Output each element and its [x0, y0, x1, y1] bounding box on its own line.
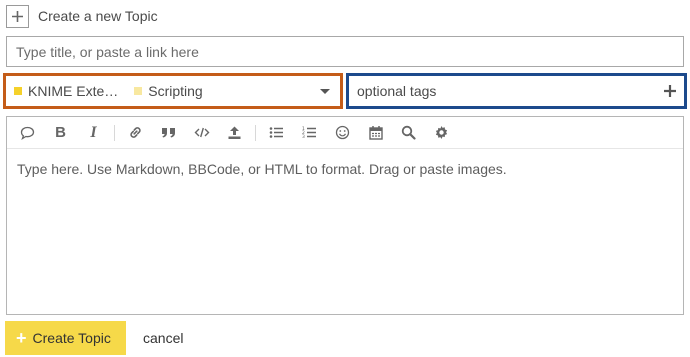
create-topic-button[interactable]: + Create Topic — [5, 321, 126, 355]
category-selector[interactable]: KNIME Exte… Scripting — [3, 73, 343, 109]
category-badge-parent: KNIME Exte… — [14, 83, 118, 99]
svg-text:3: 3 — [302, 134, 305, 139]
tags-input[interactable] — [357, 83, 637, 99]
plus-icon[interactable] — [663, 84, 677, 98]
category-badge-child: Scripting — [134, 83, 203, 99]
create-topic-label: Create Topic — [32, 330, 111, 346]
topic-title-input[interactable] — [6, 36, 684, 67]
plus-icon: + — [16, 328, 27, 348]
code-icon[interactable] — [185, 119, 218, 147]
editor-toolbar: B I 123 — [7, 117, 683, 149]
bold-icon[interactable]: B — [44, 119, 77, 147]
toolbar-divider — [255, 124, 256, 141]
upload-icon[interactable] — [218, 119, 251, 147]
toolbar-divider — [114, 124, 115, 141]
cancel-link[interactable]: cancel — [143, 330, 183, 346]
category-color-swatch — [14, 87, 22, 95]
tags-selector[interactable] — [346, 73, 687, 109]
emoji-icon[interactable] — [326, 119, 359, 147]
bullet-list-icon[interactable] — [260, 119, 293, 147]
composer-editor: B I 123 Type here. Use Markdown, BBCode,… — [6, 116, 684, 315]
italic-icon[interactable]: I — [77, 119, 110, 147]
calendar-icon[interactable] — [359, 119, 392, 147]
link-icon[interactable] — [119, 119, 152, 147]
search-icon[interactable] — [392, 119, 425, 147]
gear-icon[interactable] — [425, 119, 458, 147]
editor-placeholder[interactable]: Type here. Use Markdown, BBCode, or HTML… — [7, 149, 683, 189]
plus-icon[interactable] — [6, 4, 29, 28]
quote-icon[interactable] — [152, 119, 185, 147]
numbered-list-icon[interactable]: 123 — [293, 119, 326, 147]
composer-title: Create a new Topic — [38, 8, 158, 24]
composer-header: Create a new Topic — [6, 4, 158, 28]
category-parent-label: KNIME Exte… — [28, 83, 119, 99]
caret-down-icon[interactable] — [320, 89, 330, 94]
category-child-label: Scripting — [148, 83, 203, 99]
comment-icon[interactable] — [11, 119, 44, 147]
category-color-swatch — [134, 87, 143, 95]
